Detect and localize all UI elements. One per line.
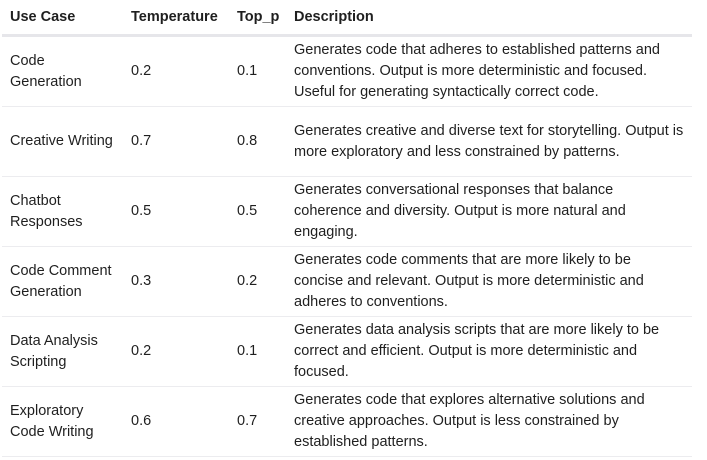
table-header-row: Use Case Temperature Top_p Description <box>2 0 692 37</box>
temperature-cell: 0.2 <box>123 316 229 387</box>
description-cell: Generates code that explores alternative… <box>286 386 692 457</box>
description-cell: Generates code comments that are more li… <box>286 246 692 317</box>
header-use-case: Use Case <box>2 0 123 37</box>
table-row: Chatbot Responses 0.5 0.5 Generates convers… <box>2 176 692 247</box>
table-row: Creative Writing 0.7 0.8 Generates creative… <box>2 106 692 177</box>
top-p-cell: 0.7 <box>229 386 286 457</box>
top-p-cell: 0.5 <box>229 176 286 247</box>
temperature-cell: 0.2 <box>123 35 229 107</box>
description-cell: Generates data analysis scripts that are… <box>286 316 692 387</box>
use-case-cell: Code Comment Generation <box>2 246 123 317</box>
header-top-p: Top_p <box>229 0 286 37</box>
description-cell: Generates code that adheres to establish… <box>286 35 692 107</box>
table-row: Code Generation 0.2 0.1 Generates code that… <box>2 35 692 107</box>
table-row: Exploratory Code Writing 0.6 0.7 Generates … <box>2 386 692 457</box>
use-case-cell: Creative Writing <box>2 106 123 177</box>
top-p-cell: 0.8 <box>229 106 286 177</box>
parameters-table: Use Case Temperature Top_p Description C… <box>2 0 692 457</box>
temperature-cell: 0.5 <box>123 176 229 247</box>
use-case-cell: Data Analysis Scripting <box>2 316 123 387</box>
top-p-cell: 0.1 <box>229 35 286 107</box>
top-p-cell: 0.2 <box>229 246 286 317</box>
header-description: Description <box>286 0 692 37</box>
header-temperature: Temperature <box>123 0 229 37</box>
use-case-cell: Chatbot Responses <box>2 176 123 247</box>
table-row: Code Comment Generation 0.3 0.2 Generates c… <box>2 246 692 317</box>
temperature-cell: 0.3 <box>123 246 229 317</box>
temperature-cell: 0.6 <box>123 386 229 457</box>
use-case-cell: Code Generation <box>2 35 123 107</box>
description-cell: Generates creative and diverse text for … <box>286 106 692 177</box>
description-cell: Generates conversational responses that … <box>286 176 692 247</box>
temperature-cell: 0.7 <box>123 106 229 177</box>
use-case-cell: Exploratory Code Writing <box>2 386 123 457</box>
table-row: Data Analysis Scripting 0.2 0.1 Generates d… <box>2 316 692 387</box>
top-p-cell: 0.1 <box>229 316 286 387</box>
